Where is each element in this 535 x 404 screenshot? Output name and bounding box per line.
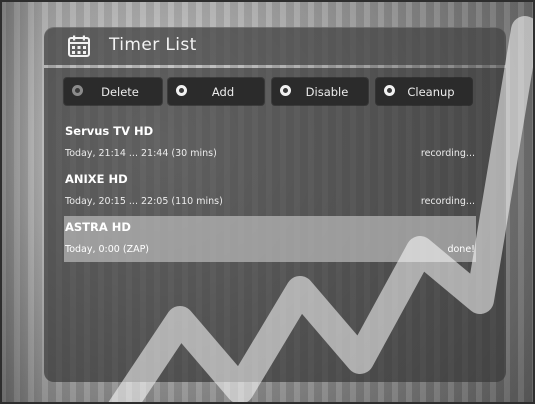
timer-channel-name: Servus TV HD bbox=[65, 124, 154, 138]
calendar-icon bbox=[67, 34, 91, 58]
timer-channel-name: ASTRA HD bbox=[65, 220, 131, 234]
timer-list-item[interactable]: Servus TV HD Today, 21:14 ... 21:44 (30 … bbox=[64, 120, 476, 166]
screenshot: Timer List Delete Add Disable Cleanup Se… bbox=[0, 0, 535, 404]
timer-time: Today, 21:14 ... 21:44 (30 mins) bbox=[65, 148, 217, 159]
action-button-bar: Delete Add Disable Cleanup bbox=[64, 78, 504, 106]
delete-button-label: Delete bbox=[101, 85, 139, 99]
cleanup-button[interactable]: Cleanup bbox=[376, 78, 472, 105]
disable-button[interactable]: Disable bbox=[272, 78, 368, 105]
timer-status: done! bbox=[447, 244, 475, 255]
timer-time: Today, 20:15 ... 22:05 (110 mins) bbox=[65, 196, 223, 207]
add-button[interactable]: Add bbox=[168, 78, 264, 105]
timer-channel-name: ANIXE HD bbox=[65, 172, 128, 186]
disable-button-label: Disable bbox=[305, 85, 349, 99]
timer-list-header: Timer List bbox=[44, 27, 506, 65]
timer-list-item-selected[interactable]: ASTRA HD Today, 0:00 (ZAP) done! bbox=[64, 216, 476, 262]
timer-time: Today, 0:00 (ZAP) bbox=[65, 244, 150, 255]
timer-status: recording... bbox=[420, 196, 475, 207]
timer-status: recording... bbox=[420, 148, 475, 159]
add-button-label: Add bbox=[211, 85, 235, 99]
delete-button[interactable]: Delete bbox=[64, 78, 162, 105]
timer-list-item[interactable]: ANIXE HD Today, 20:15 ... 22:05 (110 min… bbox=[64, 168, 476, 214]
page-title: Timer List bbox=[109, 35, 197, 55]
cleanup-button-label: Cleanup bbox=[407, 85, 455, 99]
